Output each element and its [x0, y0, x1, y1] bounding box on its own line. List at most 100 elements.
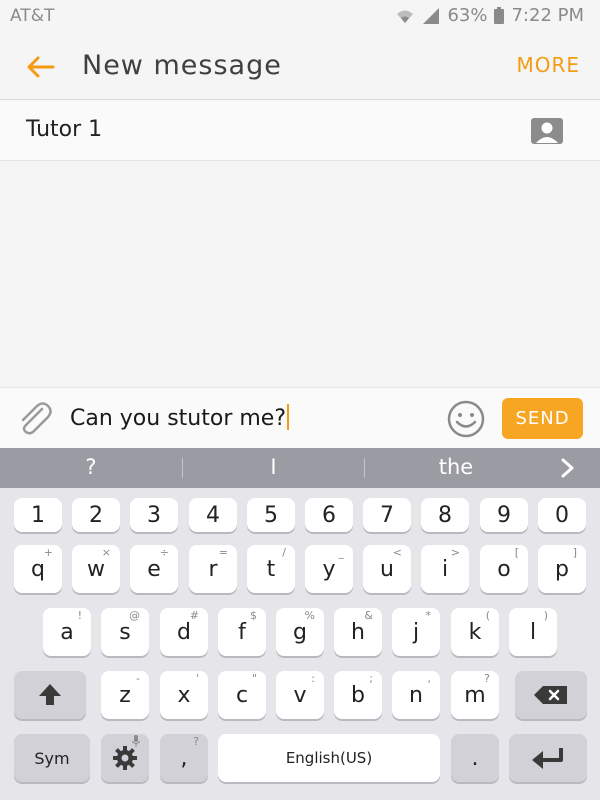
key-letter: l: [529, 619, 537, 645]
signal-icon: [421, 7, 441, 25]
period-key[interactable]: .: [451, 734, 499, 782]
key-p[interactable]: p]: [538, 545, 586, 593]
key-i[interactable]: i >: [421, 545, 469, 593]
key-letter: w: [87, 556, 105, 582]
shift-arrow-icon: [39, 684, 61, 705]
key-u[interactable]: u <: [363, 545, 411, 593]
status-bar: AT&T 63% 7:22 PM: [0, 0, 600, 34]
space-key[interactable]: English(US): [218, 734, 440, 782]
battery-icon: [493, 6, 505, 25]
arrow-left-icon: [27, 56, 55, 78]
key-0[interactable]: 0: [538, 498, 586, 532]
key-6[interactable]: 6: [305, 498, 353, 532]
wifi-icon: [395, 7, 415, 25]
enter-icon: [532, 748, 563, 769]
emoji-button[interactable]: [445, 400, 487, 438]
key-letter: c: [235, 682, 249, 708]
key-8[interactable]: 8: [421, 498, 469, 532]
key-5[interactable]: 5: [247, 498, 295, 532]
key-hint: ÷: [159, 546, 169, 559]
key-1[interactable]: 1: [14, 498, 62, 532]
key-letter: h: [351, 619, 365, 645]
key-g[interactable]: g%: [276, 608, 324, 656]
key-7[interactable]: 7: [363, 498, 411, 532]
key-m[interactable]: m?: [451, 671, 499, 719]
key-hint: >: [450, 546, 460, 559]
message-input[interactable]: Can you stutor me?: [70, 404, 289, 431]
page-title: New message: [82, 50, 282, 81]
key-letter: a: [60, 619, 74, 645]
key-y[interactable]: y _: [305, 545, 353, 593]
key-3[interactable]: 3: [130, 498, 178, 532]
key-z[interactable]: z-: [101, 671, 149, 719]
contact-picker-button[interactable]: [530, 117, 564, 145]
key-hint: -: [136, 672, 140, 685]
enter-key[interactable]: [509, 734, 587, 782]
key-w[interactable]: w ×: [72, 545, 120, 593]
clock: 7:22 PM: [511, 5, 584, 26]
key-d[interactable]: d #: [160, 608, 208, 656]
key-f[interactable]: f $: [218, 608, 266, 656]
key-hint: ": [251, 672, 257, 685]
key-j[interactable]: j *: [392, 608, 440, 656]
key-o[interactable]: o[: [480, 545, 528, 593]
key-q[interactable]: q +: [14, 545, 62, 593]
key-letter: q: [31, 556, 45, 582]
key-hint: *: [425, 609, 432, 622]
key-letter: f: [238, 619, 246, 645]
recipient-field[interactable]: Tutor 1: [0, 101, 600, 161]
key-n[interactable]: n,: [392, 671, 440, 719]
key-hint: @: [129, 609, 140, 622]
key-x[interactable]: x ': [160, 671, 208, 719]
shift-key[interactable]: [14, 671, 86, 719]
suggestion-item[interactable]: the: [365, 455, 547, 479]
key-hint: [: [514, 546, 519, 559]
key-letter: t: [266, 556, 276, 582]
key-letter: u: [380, 556, 394, 582]
key-v[interactable]: v:: [276, 671, 324, 719]
key-r[interactable]: r =: [189, 545, 237, 593]
suggestion-item[interactable]: I: [183, 455, 364, 479]
sym-key[interactable]: Sym: [14, 734, 90, 782]
send-button[interactable]: SEND: [502, 398, 583, 439]
key-letter: o: [497, 556, 511, 582]
smiley-icon: [447, 400, 485, 438]
battery-percent: 63%: [447, 5, 488, 26]
key-letter: b: [351, 682, 365, 708]
key-hint: :: [311, 672, 315, 685]
key-k[interactable]: k(: [451, 608, 499, 656]
backspace-key[interactable]: [515, 671, 587, 719]
key-letter: g: [293, 619, 307, 645]
suggestion-item[interactable]: ?: [0, 455, 182, 479]
more-button[interactable]: MORE: [516, 53, 580, 77]
key-hint: +: [43, 546, 53, 559]
key-t[interactable]: t /: [247, 545, 295, 593]
key-9[interactable]: 9: [480, 498, 528, 532]
key-letter: x: [177, 682, 191, 708]
key-e[interactable]: e ÷: [130, 545, 178, 593]
key-letter: m: [464, 682, 486, 708]
key-letter: v: [293, 682, 307, 708]
key-hint: _: [338, 546, 345, 559]
backspace-icon: [534, 686, 567, 704]
chevron-right-icon[interactable]: [560, 458, 576, 483]
key-s[interactable]: s @: [101, 608, 149, 656]
key-l[interactable]: l): [509, 608, 557, 656]
key-h[interactable]: h &: [334, 608, 382, 656]
key-4[interactable]: 4: [189, 498, 237, 532]
back-button[interactable]: [22, 50, 58, 84]
suggestion-strip: ? I the: [0, 448, 600, 488]
key-b[interactable]: b;: [334, 671, 382, 719]
key-hint: %: [304, 609, 315, 622]
attach-button[interactable]: [16, 401, 54, 435]
comma-key[interactable]: ,?: [160, 734, 208, 782]
key-a[interactable]: a!: [43, 608, 91, 656]
key-hint: $: [250, 609, 257, 622]
carrier-label: AT&T: [10, 6, 55, 26]
key-c[interactable]: c ": [218, 671, 266, 719]
key-2[interactable]: 2: [72, 498, 120, 532]
key-hint: #: [189, 609, 199, 622]
mic-icon: [131, 735, 141, 750]
settings-key[interactable]: [101, 734, 149, 782]
key-hint: &: [364, 609, 373, 622]
